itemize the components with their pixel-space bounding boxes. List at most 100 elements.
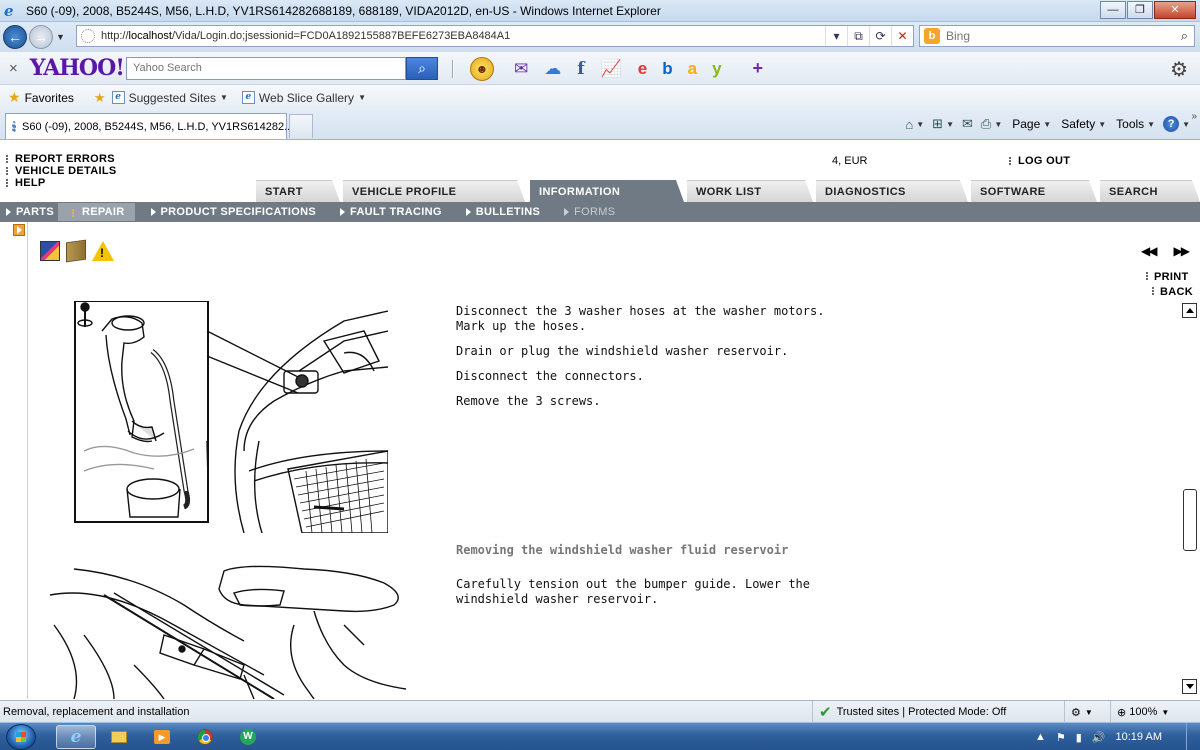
subnav-repair[interactable]: REPAIR xyxy=(57,203,135,221)
compatibility-view-icon[interactable]: ⧉ xyxy=(847,26,869,46)
chevron-down-icon[interactable]: ▼ xyxy=(1182,120,1190,129)
search-box[interactable]: b ⌕ xyxy=(919,25,1195,47)
add-to-favorites-icon[interactable]: ★ xyxy=(94,90,106,106)
history-dropdown-icon[interactable]: ▼ xyxy=(56,32,65,42)
ie-app-icon: e xyxy=(4,1,14,20)
help-icon[interactable]: ? xyxy=(1163,116,1180,132)
maximize-button[interactable]: ❐ xyxy=(1127,1,1153,19)
report-errors-link[interactable]: REPORT ERRORS xyxy=(6,153,116,165)
show-desktop-button[interactable] xyxy=(1186,723,1200,750)
yahoo-toolbar: × YAHOO! ⌕ ☻ ✉ ☁ f 📈 ebay + ⚙ xyxy=(0,52,1200,85)
weather-icon[interactable]: ☁ xyxy=(544,59,561,79)
scroll-thumb[interactable] xyxy=(1183,489,1197,551)
search-input[interactable] xyxy=(946,29,1156,43)
network-icon[interactable]: ▮ xyxy=(1076,731,1082,744)
manual-book-icon[interactable] xyxy=(40,241,60,261)
page-loading-icon xyxy=(81,29,95,43)
subnav-product-specifications[interactable]: PRODUCT SPECIFICATIONS xyxy=(145,206,317,218)
volume-icon[interactable]: 🔊 xyxy=(1092,731,1106,744)
favorites-bar: ★ Favorites ★ e Suggested Sites ▼ e Web S… xyxy=(0,85,1200,110)
tab-start[interactable]: START xyxy=(256,180,340,202)
print-icon[interactable]: ⎙ xyxy=(981,116,991,132)
rss-feed-icon[interactable]: ⊞ xyxy=(932,116,943,132)
chevron-down-icon[interactable]: ▼ xyxy=(994,120,1002,129)
tab-vehicle-profile[interactable]: VEHICLE PROFILE xyxy=(343,180,525,202)
ie-page-icon: e xyxy=(241,91,255,104)
taskbar-chrome[interactable] xyxy=(185,725,225,749)
scroll-down-button[interactable] xyxy=(1182,679,1197,694)
refresh-icon[interactable]: ⟳ xyxy=(869,26,891,46)
mail-icon[interactable]: ✉ xyxy=(514,59,528,79)
zone-settings[interactable]: ⚙ ▼ xyxy=(1064,701,1110,723)
expand-panel-icon[interactable] xyxy=(13,224,25,236)
start-button[interactable] xyxy=(6,724,36,750)
clock[interactable]: 10:19 AM xyxy=(1116,731,1162,743)
action-center-icon[interactable]: ⚑ xyxy=(1056,731,1066,744)
left-panel-strip xyxy=(0,222,28,699)
tab-work-list[interactable]: WORK LIST xyxy=(687,180,813,202)
messenger-icon[interactable]: ☻ xyxy=(470,56,494,81)
gear-icon[interactable]: ⚙ xyxy=(1170,57,1188,82)
page-menu[interactable]: Page ▼ xyxy=(1012,117,1051,131)
special-tool-icon[interactable] xyxy=(66,239,86,263)
read-mail-icon[interactable]: ✉ xyxy=(962,116,973,132)
close-toolbar-icon[interactable]: × xyxy=(9,60,18,77)
browser-tab[interactable]: S60 (-09), 2008, B5244S, M56, L.H.D, YV1… xyxy=(5,113,293,139)
scroll-up-button[interactable] xyxy=(1182,303,1197,318)
warning-icon[interactable]: ! xyxy=(92,241,114,261)
suggested-sites-link[interactable]: e Suggested Sites ▼ xyxy=(111,91,228,105)
vehicle-details-link[interactable]: VEHICLE DETAILS xyxy=(6,165,116,177)
taskbar-whatsapp[interactable]: W xyxy=(228,725,268,749)
next-page-icon[interactable]: ▶▶ xyxy=(1173,244,1190,258)
show-hidden-icons[interactable]: ▲ xyxy=(1035,731,1046,743)
safety-menu[interactable]: Safety ▼ xyxy=(1061,117,1106,131)
new-tab-button[interactable] xyxy=(289,114,313,138)
yahoo-search-button[interactable]: ⌕ xyxy=(406,57,438,80)
add-app-icon[interactable]: + xyxy=(753,58,764,79)
print-back-links: PRINT BACK xyxy=(1146,270,1193,300)
yahoo-search-input[interactable] xyxy=(133,62,403,74)
favorites-button[interactable]: Favorites xyxy=(25,91,74,105)
yahoo-logo[interactable]: YAHOO! xyxy=(30,55,125,81)
taskbar-internet-explorer[interactable]: e xyxy=(56,725,96,749)
subnav-parts[interactable]: PARTS xyxy=(0,206,54,218)
forward-button[interactable]: → xyxy=(29,25,53,49)
chevron-down-icon[interactable]: ▼ xyxy=(946,120,954,129)
folder-icon xyxy=(111,731,127,743)
print-link[interactable]: PRINT xyxy=(1146,270,1193,285)
toolbar-divider xyxy=(452,60,454,78)
subnav-bulletins[interactable]: BULLETINS xyxy=(460,206,540,218)
previous-page-icon[interactable]: ◀◀ xyxy=(1141,244,1158,258)
document-scrollbar[interactable] xyxy=(1181,301,1197,694)
back-button[interactable]: ← xyxy=(3,25,27,49)
tools-menu[interactable]: Tools ▼ xyxy=(1116,117,1155,131)
ebay-button[interactable]: ebay xyxy=(638,59,737,79)
chevron-more-icon[interactable]: » xyxy=(1191,111,1197,122)
web-slice-gallery-link[interactable]: e Web Slice Gallery ▼ xyxy=(241,91,366,105)
search-icon[interactable]: ⌕ xyxy=(1181,28,1188,44)
tab-diagnostics[interactable]: DIAGNOSTICS xyxy=(816,180,968,202)
close-button[interactable]: ✕ xyxy=(1154,1,1196,19)
favorites-star-icon: ★ xyxy=(8,89,21,105)
address-field[interactable]: http://localhost/Vida/Login.do;jsessioni… xyxy=(76,25,914,47)
zoom-control[interactable]: ⊕ 100% ▼ xyxy=(1110,701,1200,723)
tab-information[interactable]: INFORMATION xyxy=(530,180,684,202)
address-dropdown-icon[interactable]: ▾ xyxy=(825,26,847,46)
home-icon[interactable]: ⌂ xyxy=(905,117,913,132)
logout-link[interactable]: LOG OUT xyxy=(1009,155,1070,167)
stop-icon[interactable]: ✕ xyxy=(891,26,913,46)
search-icon: ⌕ xyxy=(418,60,426,76)
minimize-button[interactable]: — xyxy=(1100,1,1126,19)
tab-software[interactable]: SOFTWARE xyxy=(971,180,1097,202)
subnav-forms[interactable]: FORMS xyxy=(558,206,615,218)
facebook-icon[interactable]: f xyxy=(577,59,584,79)
subnav-fault-tracing[interactable]: FAULT TRACING xyxy=(334,206,442,218)
taskbar-explorer[interactable] xyxy=(99,725,139,749)
chevron-down-icon[interactable]: ▼ xyxy=(916,120,924,129)
back-link[interactable]: BACK xyxy=(1152,285,1193,300)
tab-search[interactable]: SEARCH xyxy=(1100,180,1200,202)
yahoo-search-box[interactable] xyxy=(126,57,406,80)
security-zone[interactable]: ✔ Trusted sites | Protected Mode: Off xyxy=(812,701,1006,723)
finance-chart-icon[interactable]: 📈 xyxy=(601,59,622,79)
taskbar-media-player[interactable]: ▶ xyxy=(142,725,182,749)
